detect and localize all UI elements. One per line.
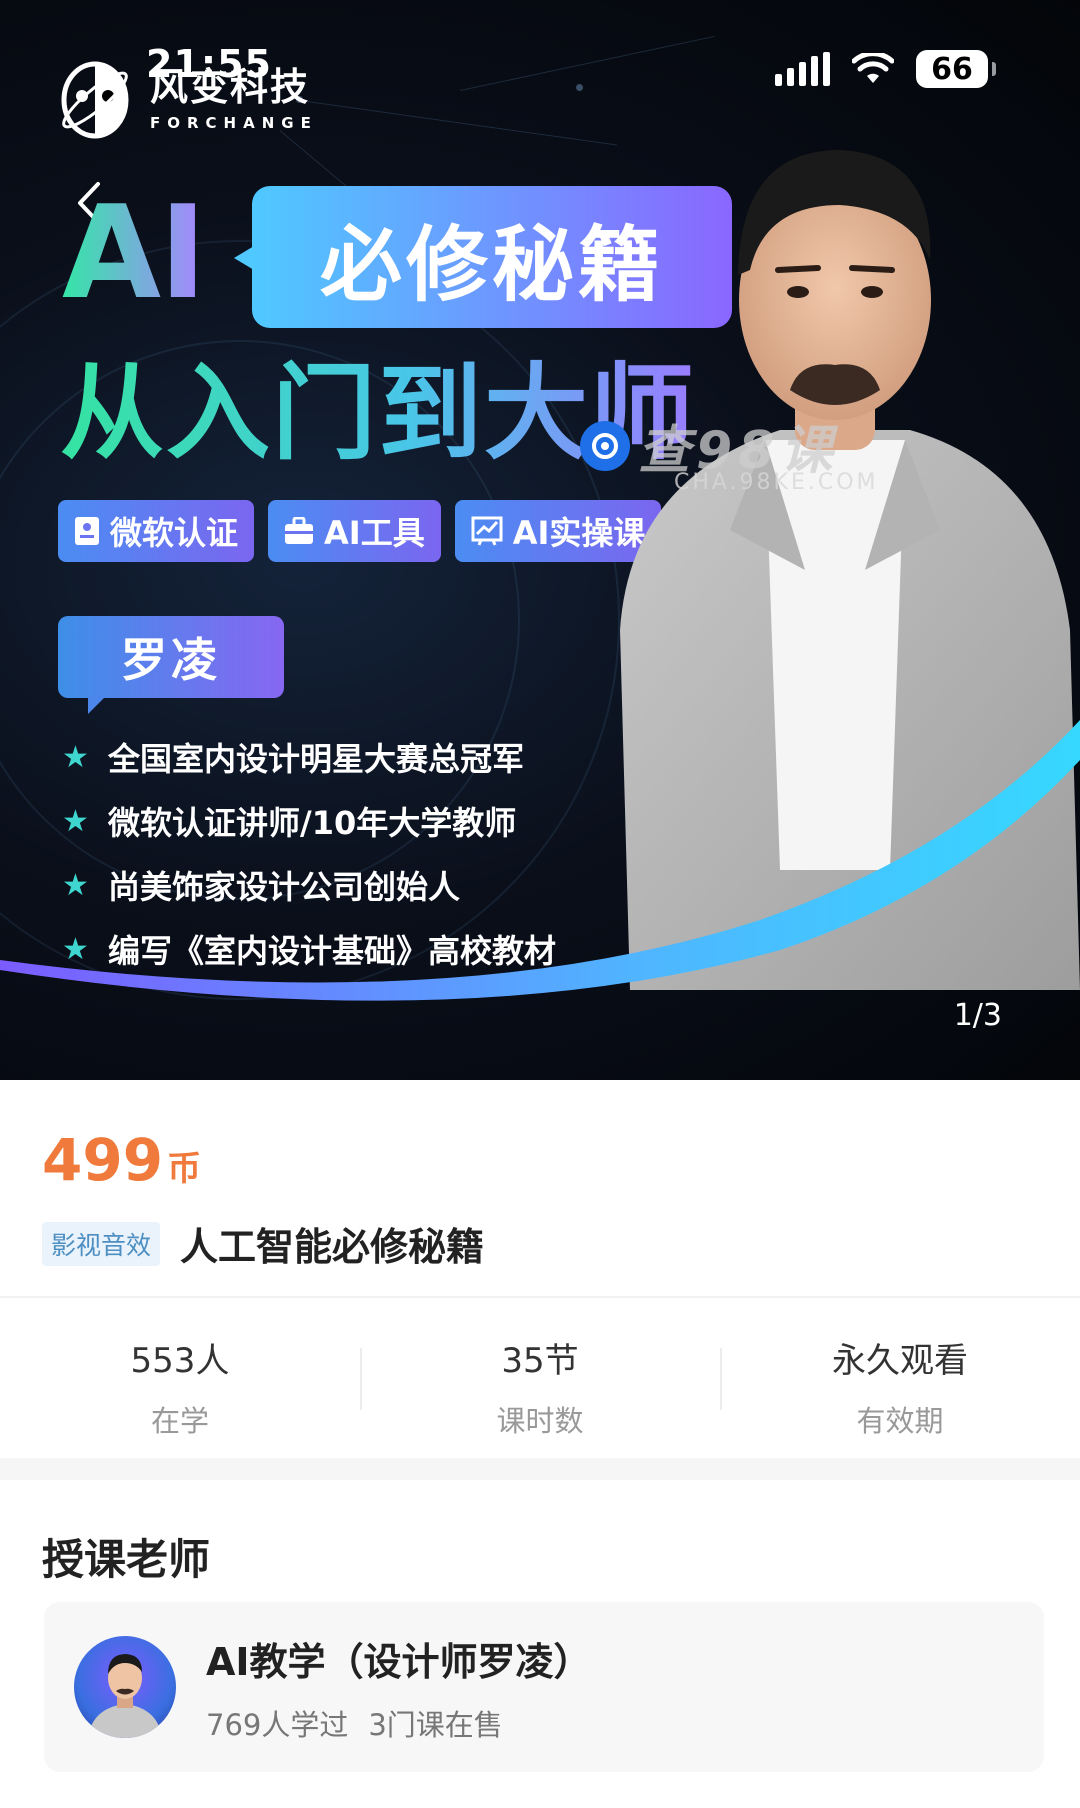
banner-tags: 微软认证 AI工具 AI实操课	[58, 500, 662, 562]
bg-dot	[576, 84, 583, 91]
bg-line	[299, 100, 617, 146]
toolbox-icon	[285, 517, 314, 544]
wifi-icon	[852, 53, 894, 83]
logo-name-zh: 风变科技	[150, 65, 311, 109]
divider	[0, 1296, 1080, 1298]
carousel-page-indicator: 1/3	[953, 998, 1002, 1033]
stat-value: 永久观看	[832, 1340, 968, 1381]
teacher-learners: 769人学过	[206, 1707, 349, 1742]
certificate-icon	[75, 517, 99, 545]
stat-lessons: 35节 课时数	[360, 1316, 720, 1456]
teacher-info: AI教学（设计师罗凌） 769人学过 3门课在售	[206, 1631, 592, 1744]
status-icons: 66	[775, 50, 996, 88]
course-title-row: 影视音效 人工智能必修秘籍	[42, 1216, 484, 1271]
forchange-logo-icon	[61, 61, 129, 139]
stat-label: 有效期	[856, 1403, 944, 1438]
stat-value: 553人	[130, 1340, 230, 1381]
category-badge[interactable]: 影视音效	[42, 1221, 161, 1266]
teacher-avatar[interactable]	[74, 1636, 176, 1738]
section-separator	[0, 1458, 1080, 1480]
course-banner[interactable]: 21:55 66 风变科技 FORCHANGE AI 必修秘籍 从入门到大师 微…	[0, 0, 1080, 1080]
teacher-meta: 769人学过 3门课在售	[206, 1702, 592, 1744]
price-value: 499	[42, 1126, 164, 1194]
cellular-signal-icon	[775, 52, 830, 86]
watermark-logo-icon	[580, 420, 630, 471]
brand-logo: 风变科技 FORCHANGE	[58, 56, 318, 144]
banner-teacher-name-box: 罗凌	[58, 616, 284, 714]
stat-label: 课时数	[496, 1403, 584, 1438]
banner-swoosh	[0, 720, 1080, 1001]
banner-ai-text: AI	[62, 179, 207, 328]
teacher-name[interactable]: AI教学（设计师罗凌）	[206, 1631, 592, 1686]
banner-tag: 微软认证	[58, 500, 255, 562]
teacher-card[interactable]: AI教学（设计师罗凌） 769人学过 3门课在售	[44, 1602, 1044, 1772]
chart-board-icon	[471, 516, 503, 546]
stat-value: 35节	[501, 1340, 579, 1381]
course-stats: 553人 在学 35节 课时数 永久观看 有效期	[0, 1316, 1080, 1456]
bg-line	[460, 35, 715, 91]
logo-name-en: FORCHANGE	[150, 114, 318, 132]
watermark-url: CHA.98KE.COM	[674, 470, 879, 495]
price-unit: 币	[167, 1149, 202, 1189]
stat-validity: 永久观看 有效期	[720, 1316, 1080, 1456]
stat-learners: 553人 在学	[0, 1316, 360, 1456]
teacher-section-title: 授课老师	[42, 1535, 211, 1584]
battery-icon: 66	[916, 50, 996, 88]
course-title: 人工智能必修秘籍	[180, 1225, 485, 1269]
avatar-person-icon	[88, 1654, 162, 1738]
banner-tag: AI工具	[268, 500, 441, 562]
banner-teacher-name: 罗凌	[121, 633, 221, 687]
course-price: 499 币	[42, 1126, 201, 1194]
teacher-courses: 3门课在售	[368, 1707, 503, 1742]
stat-label: 在学	[150, 1403, 209, 1438]
